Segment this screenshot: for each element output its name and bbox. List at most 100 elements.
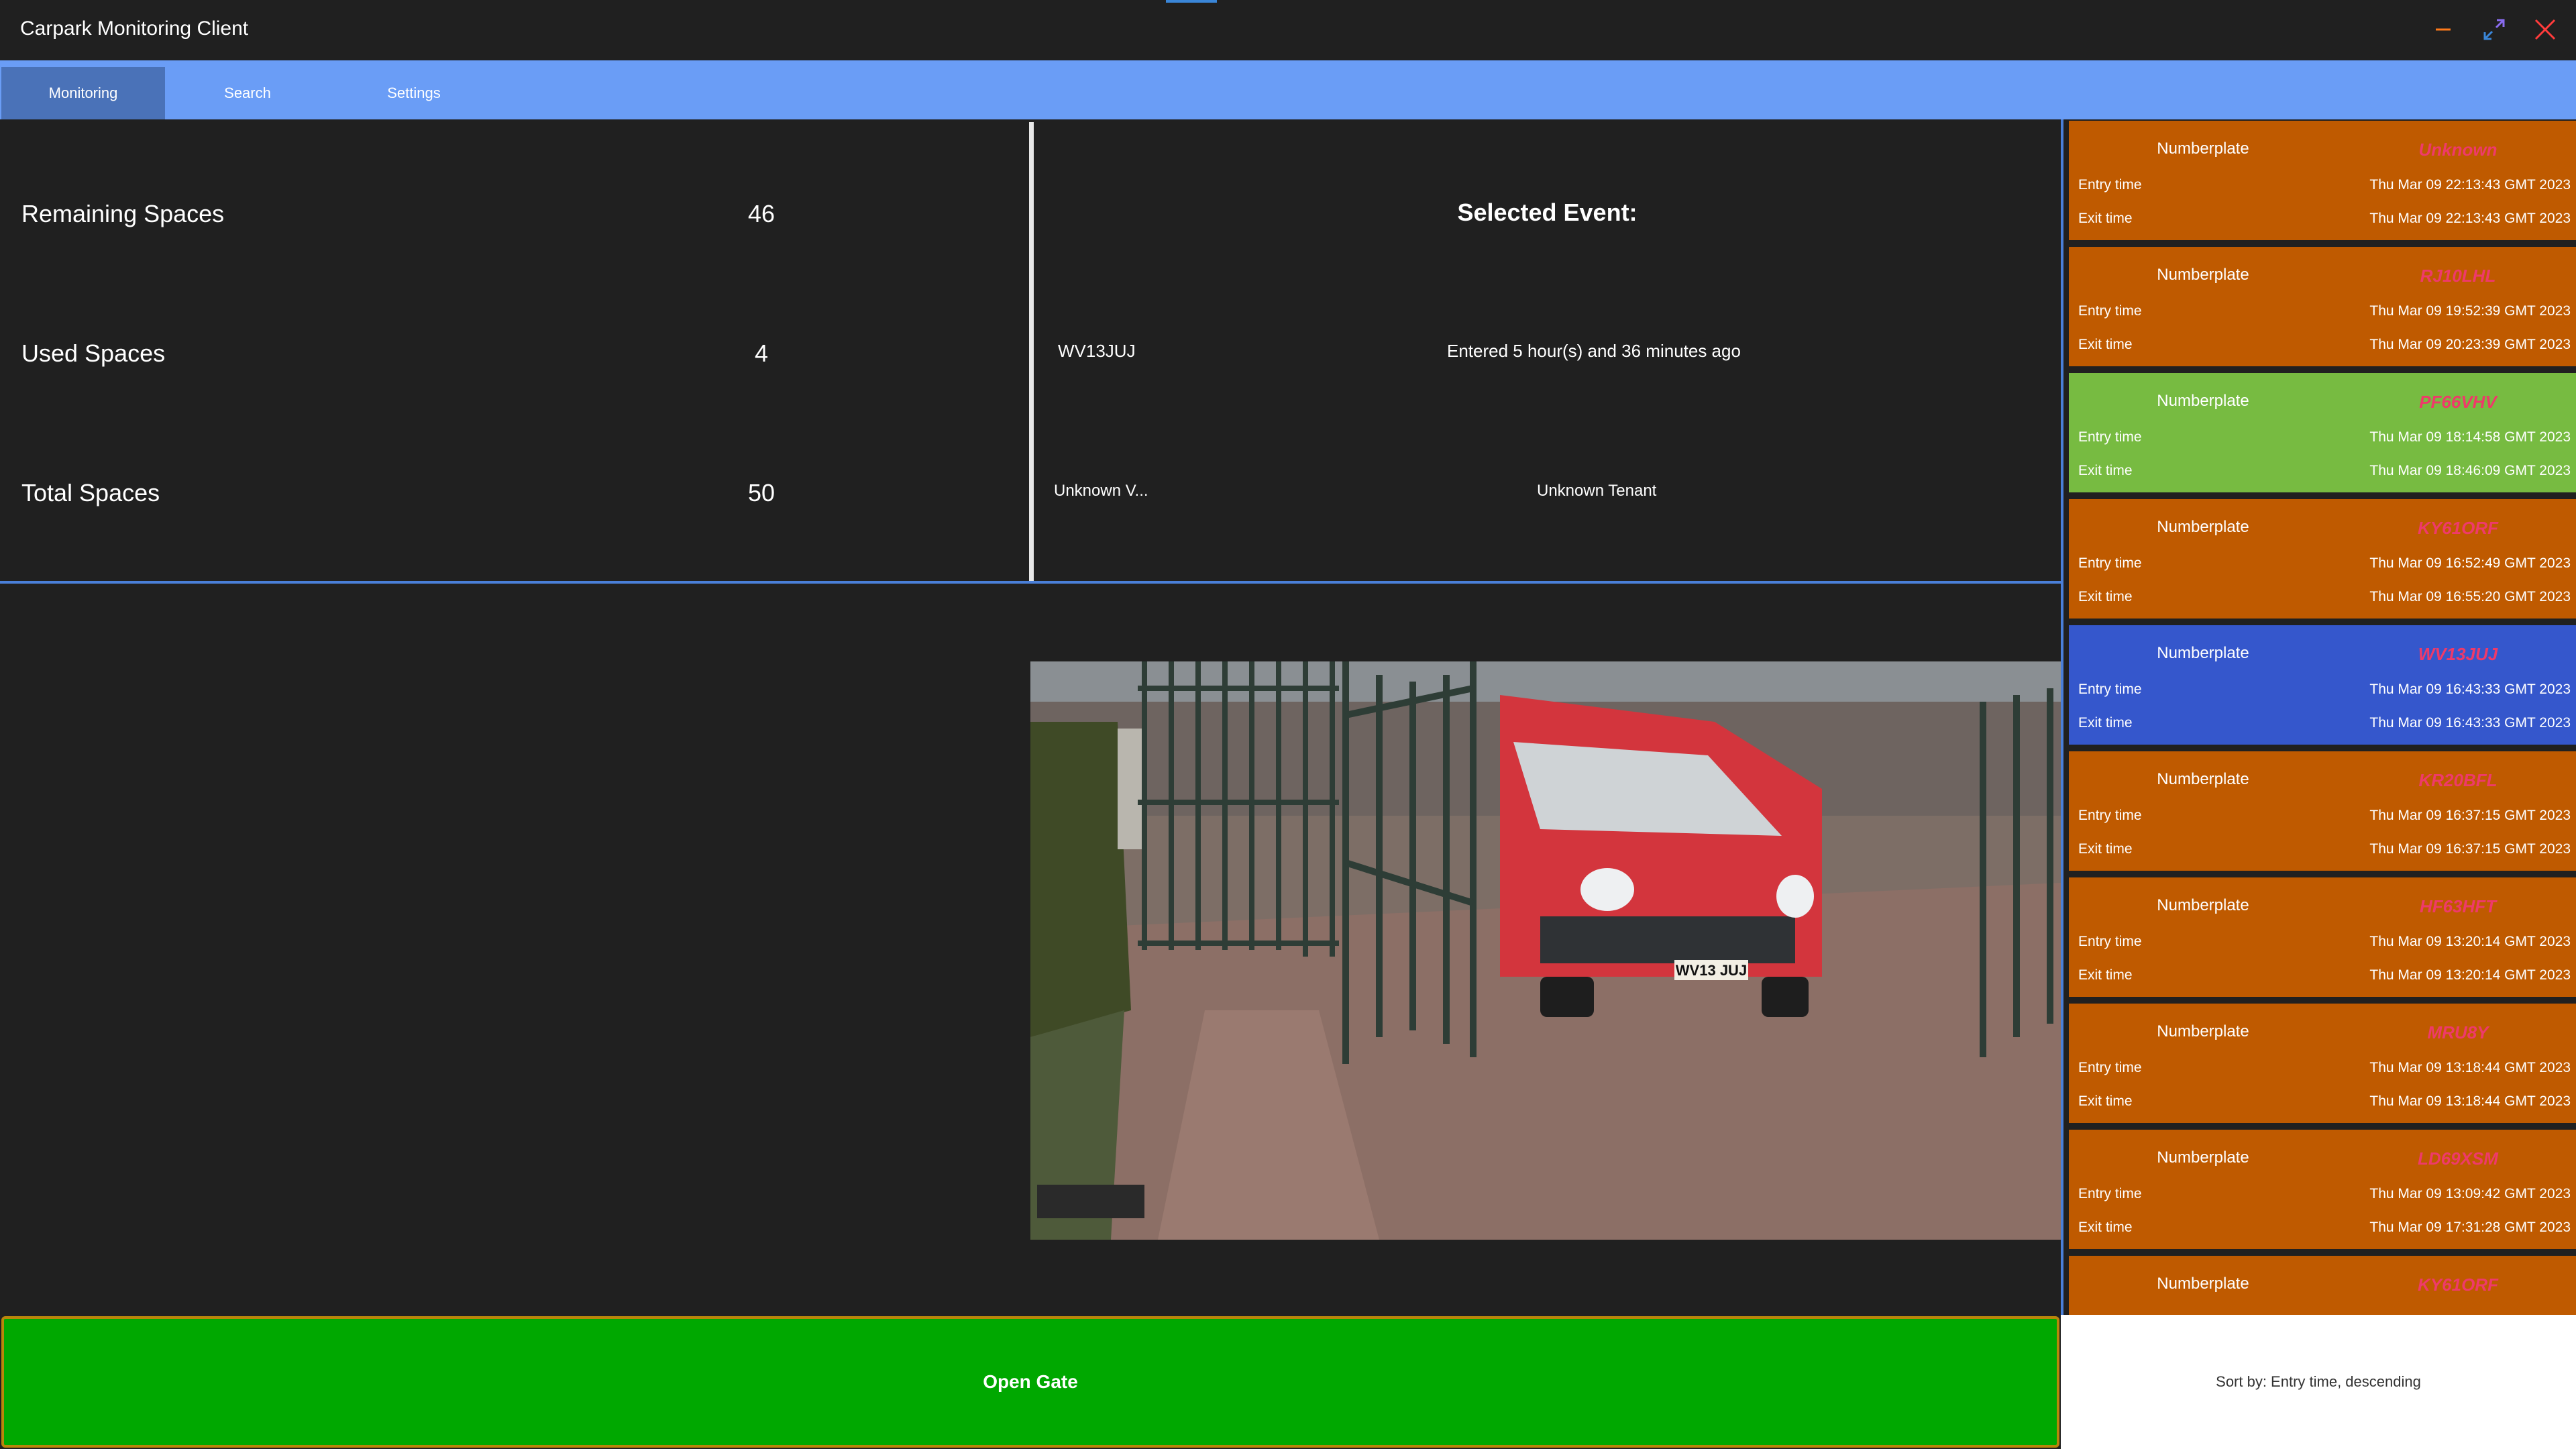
total-spaces-value: 50 <box>747 479 775 506</box>
maximize-icon <box>2483 19 2505 40</box>
numberplate-label: Numberplate <box>2157 1148 2249 1167</box>
selected-event-vehicle: Unknown V... <box>1054 482 1148 500</box>
entry-time-value: Thu Mar 09 19:52:39 GMT 2023 <box>2369 303 2571 319</box>
numberplate-value: PF66VHV <box>2419 392 2497 412</box>
exit-time-label: Exit time <box>2078 463 2133 478</box>
app-title: Carpark Monitoring Client <box>20 17 249 40</box>
event-card[interactable]: Numberplate KY61ORF Entry time Thu Mar 0… <box>2069 499 2576 619</box>
tab-monitoring[interactable]: Monitoring <box>1 67 165 119</box>
numberplate-label: Numberplate <box>2157 644 2249 662</box>
drag-indicator <box>1166 0 1217 3</box>
total-spaces-row: Total Spaces 50 <box>0 471 1029 511</box>
exit-time-value: Thu Mar 09 20:23:39 GMT 2023 <box>2369 337 2571 352</box>
exit-time-label: Exit time <box>2078 211 2133 226</box>
entry-time-value: Thu Mar 09 16:52:49 GMT 2023 <box>2369 555 2571 571</box>
exit-time-label: Exit time <box>2078 715 2133 731</box>
space-stats-panel: Remaining Spaces 46 Used Spaces 4 Total … <box>0 119 1029 582</box>
numberplate-label: Numberplate <box>2157 896 2249 914</box>
title-bar: Carpark Monitoring Client <box>0 0 2576 60</box>
event-card[interactable]: Numberplate PF66VHV Entry time Thu Mar 0… <box>2069 373 2576 492</box>
event-card[interactable]: Numberplate Unknown Entry time Thu Mar 0… <box>2069 121 2576 240</box>
numberplate-value: RJ10LHL <box>2420 266 2496 286</box>
numberplate-label: Numberplate <box>2157 770 2249 788</box>
event-card-selected[interactable]: Numberplate WV13JUJ Entry time Thu Mar 0… <box>2069 625 2576 745</box>
exit-time-label: Exit time <box>2078 589 2133 604</box>
remaining-spaces-value: 46 <box>747 200 775 227</box>
exit-time-value: Thu Mar 09 16:43:33 GMT 2023 <box>2369 715 2571 731</box>
camera-snapshot: WV13 JUJ <box>1030 661 2061 1240</box>
entry-time-label: Entry time <box>2078 934 2142 949</box>
selected-event-tenant: Unknown Tenant <box>1537 482 1657 500</box>
numberplate-label: Numberplate <box>2157 518 2249 536</box>
used-spaces-label: Used Spaces <box>21 339 166 367</box>
entry-time-label: Entry time <box>2078 303 2142 319</box>
total-spaces-label: Total Spaces <box>21 479 160 506</box>
used-spaces-value: 4 <box>754 339 769 367</box>
entry-time-value: Thu Mar 09 13:09:42 GMT 2023 <box>2369 1186 2571 1201</box>
maximize-button[interactable] <box>2473 9 2516 50</box>
exit-time-value: Thu Mar 09 22:13:43 GMT 2023 <box>2369 211 2571 226</box>
numberplate-value: Unknown <box>2418 140 2498 160</box>
entry-time-label: Entry time <box>2078 429 2142 445</box>
numberplate-value: LD69XSM <box>2418 1148 2498 1169</box>
numberplate-label: Numberplate <box>2157 140 2249 158</box>
tab-search[interactable]: Search <box>165 67 330 119</box>
exit-time-label: Exit time <box>2078 1220 2133 1235</box>
event-card[interactable]: Numberplate LD69XSM Entry time Thu Mar 0… <box>2069 1130 2576 1249</box>
numberplate-label: Numberplate <box>2157 1275 2249 1293</box>
selected-event-heading: Selected Event: <box>1457 199 1638 226</box>
exit-time-value: Thu Mar 09 13:18:44 GMT 2023 <box>2369 1093 2571 1109</box>
entry-time-value: Thu Mar 09 13:18:44 GMT 2023 <box>2369 1060 2571 1075</box>
van-numberplate: WV13 JUJ <box>1676 962 1747 979</box>
event-card[interactable]: Numberplate HF63HFT Entry time Thu Mar 0… <box>2069 877 2576 997</box>
numberplate-label: Numberplate <box>2157 392 2249 410</box>
numberplate-label: Numberplate <box>2157 1022 2249 1040</box>
exit-time-label: Exit time <box>2078 841 2133 857</box>
minimize-button[interactable] <box>2422 9 2465 50</box>
exit-time-label: Exit time <box>2078 1093 2133 1109</box>
entry-time-label: Entry time <box>2078 1060 2142 1075</box>
event-list[interactable]: Numberplate Unknown Entry time Thu Mar 0… <box>2061 119 2576 1315</box>
entry-time-label: Entry time <box>2078 808 2142 823</box>
entry-time-value: Thu Mar 09 18:14:58 GMT 2023 <box>2369 429 2571 445</box>
remaining-spaces-row: Remaining Spaces 46 <box>0 192 1029 232</box>
exit-time-value: Thu Mar 09 16:55:20 GMT 2023 <box>2369 589 2571 604</box>
event-card[interactable]: Numberplate RJ10LHL Entry time Thu Mar 0… <box>2069 247 2576 366</box>
tab-bar: Monitoring Search Settings <box>0 60 2576 119</box>
panel-divider[interactable] <box>1029 122 1034 581</box>
close-icon <box>2534 19 2556 40</box>
event-card[interactable]: Numberplate MRU8Y Entry time Thu Mar 09 … <box>2069 1004 2576 1123</box>
entry-time-label: Entry time <box>2078 555 2142 571</box>
entry-time-label: Entry time <box>2078 682 2142 697</box>
used-spaces-row: Used Spaces 4 <box>0 331 1029 372</box>
camera-image: WV13 JUJ <box>1030 661 2061 1240</box>
exit-time-value: Thu Mar 09 16:37:15 GMT 2023 <box>2369 841 2571 857</box>
numberplate-value: KY61ORF <box>2418 1275 2498 1295</box>
entry-time-value: Thu Mar 09 16:43:33 GMT 2023 <box>2369 682 2571 697</box>
exit-time-label: Exit time <box>2078 337 2133 352</box>
exit-time-label: Exit time <box>2078 967 2133 983</box>
selected-event-numberplate: WV13JUJ <box>1058 341 1136 361</box>
entry-time-value: Thu Mar 09 13:20:14 GMT 2023 <box>2369 934 2571 949</box>
exit-time-value: Thu Mar 09 17:31:28 GMT 2023 <box>2369 1220 2571 1235</box>
numberplate-value: MRU8Y <box>2427 1022 2489 1042</box>
selected-event-duration: Entered 5 hour(s) and 36 minutes ago <box>1447 341 1741 361</box>
close-button[interactable] <box>2524 9 2567 50</box>
minimize-icon <box>2436 28 2451 31</box>
entry-time-value: Thu Mar 09 16:37:15 GMT 2023 <box>2369 808 2571 823</box>
event-card[interactable]: Numberplate KY61ORF <box>2069 1256 2576 1315</box>
exit-time-value: Thu Mar 09 18:46:09 GMT 2023 <box>2369 463 2571 478</box>
numberplate-value: KY61ORF <box>2418 518 2498 538</box>
entry-time-label: Entry time <box>2078 177 2142 193</box>
numberplate-value: KR20BFL <box>2418 770 2498 790</box>
sort-order-selector[interactable]: Sort by: Entry time, descending <box>2061 1315 2576 1449</box>
exit-time-value: Thu Mar 09 13:20:14 GMT 2023 <box>2369 967 2571 983</box>
numberplate-value: HF63HFT <box>2419 896 2497 916</box>
tab-settings[interactable]: Settings <box>330 67 498 119</box>
numberplate-label: Numberplate <box>2157 266 2249 284</box>
remaining-spaces-label: Remaining Spaces <box>21 200 225 227</box>
open-gate-button[interactable]: Open Gate <box>1 1316 2059 1448</box>
event-card[interactable]: Numberplate KR20BFL Entry time Thu Mar 0… <box>2069 751 2576 871</box>
section-divider <box>0 581 2061 584</box>
entry-time-label: Entry time <box>2078 1186 2142 1201</box>
